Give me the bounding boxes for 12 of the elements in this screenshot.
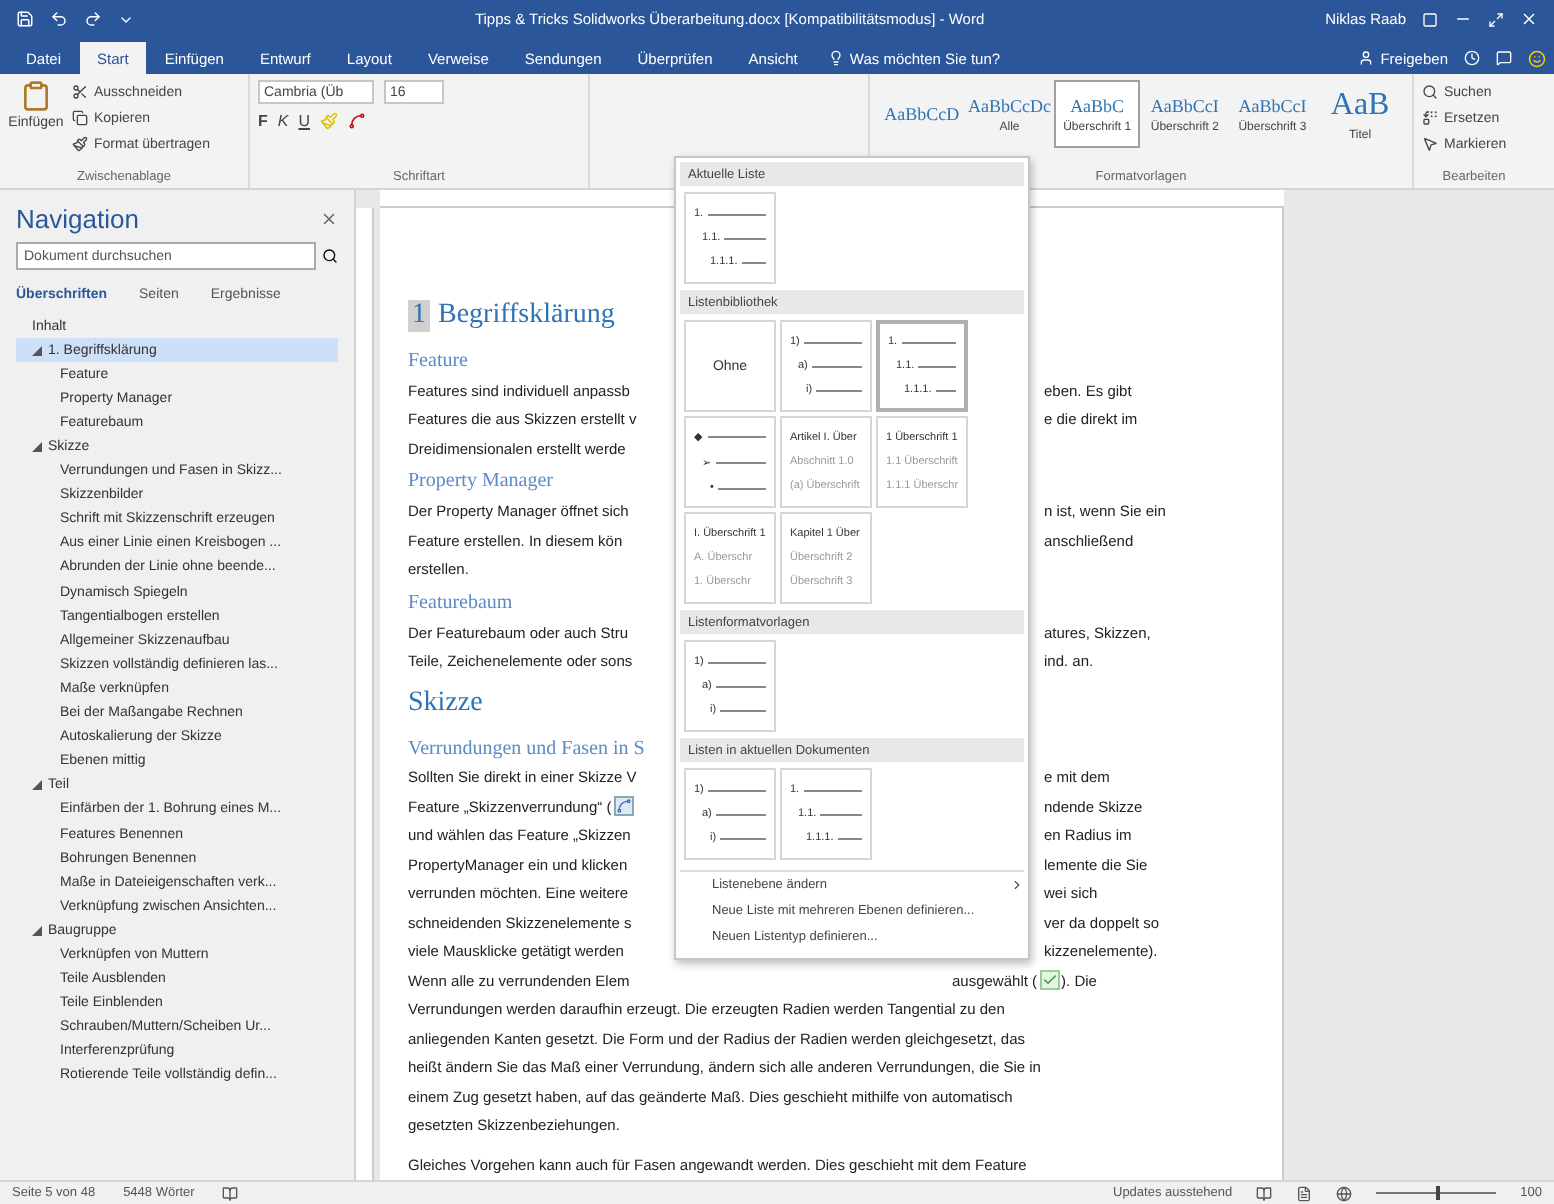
italic-button[interactable]: K	[277, 112, 289, 130]
subheading: Verrundungen und Fasen in S	[408, 737, 645, 764]
subheading: Property Manager	[408, 470, 553, 497]
heading: Skizze	[408, 688, 483, 721]
heading: Begriffsklärung	[438, 300, 615, 333]
heading-number: 1	[408, 300, 430, 333]
pane-title: Navigation	[16, 203, 139, 233]
bold-button[interactable]: F	[258, 112, 268, 130]
style-tile[interactable]: AaBbCcD	[878, 80, 966, 148]
subheading: Feature	[408, 349, 468, 376]
subheading: Featurebaum	[408, 591, 513, 618]
underline-button[interactable]: U	[298, 112, 311, 130]
